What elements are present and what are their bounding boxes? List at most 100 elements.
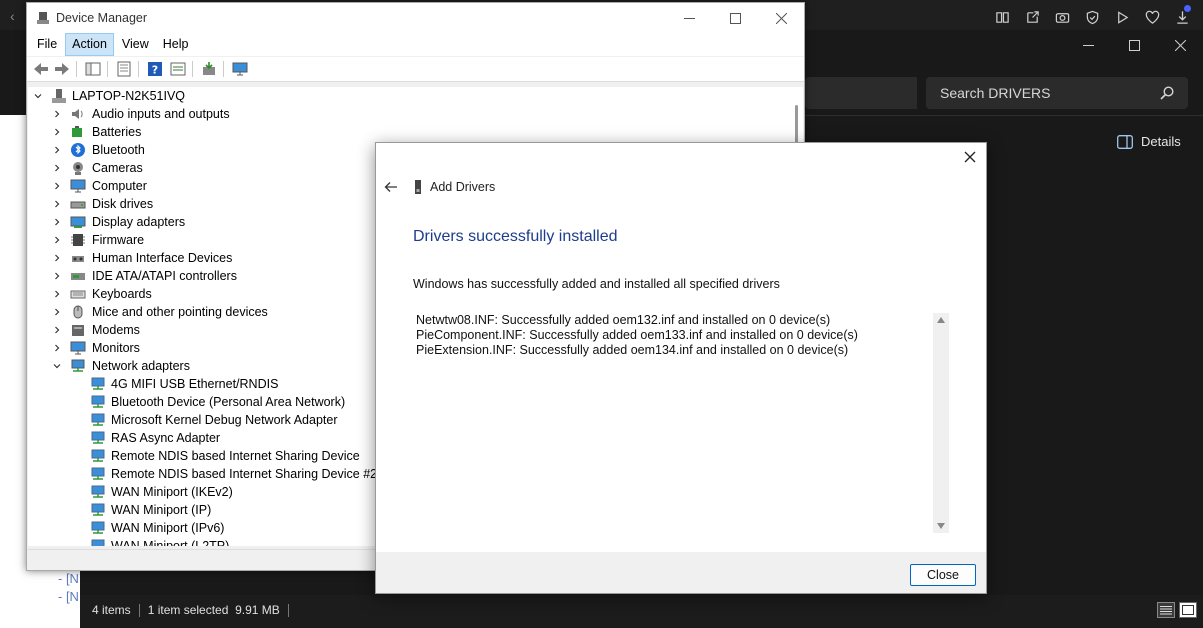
details-view-icon[interactable] — [1157, 602, 1175, 618]
network-adapter-icon — [91, 431, 105, 444]
tree-category-label: Mice and other pointing devices — [92, 305, 268, 319]
close-button[interactable]: Close — [910, 564, 976, 586]
chevron-right-icon[interactable] — [52, 231, 62, 249]
dialog-header: Add Drivers — [414, 180, 495, 194]
details-pane-button[interactable]: Details — [1117, 134, 1181, 149]
search-input[interactable]: Search DRIVERS — [926, 77, 1188, 109]
keyboard-icon — [70, 290, 86, 299]
shield-icon[interactable] — [1081, 6, 1103, 28]
back-arrow-icon[interactable] — [384, 180, 398, 194]
tree-category-label: Display adapters — [92, 215, 186, 229]
chevron-right-icon[interactable] — [52, 285, 62, 303]
monitor-icon — [70, 341, 86, 355]
mouse-icon — [73, 305, 83, 319]
network-adapter-label: WAN Miniport (IP) — [111, 503, 212, 517]
scroll-down-icon[interactable] — [937, 523, 945, 529]
maximize-icon[interactable] — [1111, 30, 1157, 60]
toolbar: ? — [27, 57, 804, 82]
address-bar[interactable] — [805, 77, 917, 109]
tree-category-label: Audio inputs and outputs — [92, 107, 230, 121]
scroll-up-icon[interactable] — [937, 317, 945, 323]
tree-category-label: IDE ATA/ATAPI controllers — [92, 269, 237, 283]
properties-icon[interactable] — [115, 60, 133, 78]
network-icon — [71, 359, 85, 372]
chevron-right-icon[interactable] — [52, 321, 62, 339]
update-driver-icon[interactable] — [200, 60, 218, 78]
browser-tools — [991, 6, 1193, 28]
chevron-right-icon[interactable] — [52, 141, 62, 159]
network-adapter-label: Remote NDIS based Internet Sharing Devic… — [111, 449, 360, 463]
close-icon[interactable] — [758, 3, 804, 33]
menu-help[interactable]: Help — [157, 33, 195, 56]
tree-category-label: Batteries — [92, 125, 142, 139]
help-icon[interactable]: ? — [146, 60, 164, 78]
chevron-right-icon[interactable] — [52, 339, 62, 357]
chevron-right-icon[interactable] — [52, 213, 62, 231]
ide-icon — [71, 273, 85, 280]
back-arrow-icon[interactable] — [32, 60, 50, 78]
menu-file[interactable]: File — [31, 33, 63, 56]
hid-icon — [72, 256, 84, 262]
chevron-right-icon[interactable] — [52, 177, 62, 195]
chevron-right-icon[interactable] — [52, 267, 62, 285]
scan-hardware-icon[interactable] — [231, 60, 249, 78]
explorer-window-controls — [1065, 30, 1203, 60]
chevron-right-icon[interactable] — [52, 123, 62, 141]
camera-icon — [73, 162, 83, 175]
status-selection: 1 item selected — [147, 603, 229, 617]
network-adapter-icon — [91, 395, 105, 408]
network-adapter-label: 4G MIFI USB Ethernet/RNDIS — [111, 377, 279, 391]
share-icon[interactable] — [1021, 6, 1043, 28]
tree-category-label: Cameras — [92, 161, 143, 175]
reader-icon[interactable] — [991, 6, 1013, 28]
add-drivers-dialog: Add Drivers Drivers successfully install… — [375, 142, 987, 594]
chevron-down-icon[interactable] — [33, 87, 43, 105]
log-scrollbar[interactable] — [933, 313, 949, 533]
network-adapter-label: Bluetooth Device (Personal Area Network) — [111, 395, 346, 409]
view-icon[interactable] — [169, 60, 187, 78]
tree-category-label: Firmware — [92, 233, 145, 247]
minimize-icon[interactable] — [666, 3, 712, 33]
modem-icon — [72, 325, 84, 336]
menu-view[interactable]: View — [116, 33, 155, 56]
play-icon[interactable] — [1111, 6, 1133, 28]
explorer-tree-fragments: - [N - [N — [58, 570, 79, 606]
tree-category-label: Computer — [92, 179, 147, 193]
screenshot-camera-icon[interactable] — [1051, 6, 1073, 28]
back-arrow-icon[interactable]: ‹ — [10, 8, 15, 24]
network-adapter-icon — [91, 467, 105, 480]
minimize-icon[interactable] — [1065, 30, 1111, 60]
tree-fragment[interactable]: - [N — [58, 570, 79, 588]
forward-arrow-icon[interactable] — [53, 60, 71, 78]
tiles-view-icon[interactable] — [1179, 602, 1197, 618]
close-icon[interactable] — [1157, 30, 1203, 60]
details-pane-icon — [1117, 134, 1133, 149]
tree-category-label: Monitors — [92, 341, 140, 355]
heart-icon[interactable] — [1141, 6, 1163, 28]
network-adapter-label: RAS Async Adapter — [111, 431, 221, 445]
device-manager-app-icon — [37, 12, 49, 24]
search-icon — [1160, 86, 1174, 100]
close-icon[interactable] — [962, 149, 978, 165]
window-controls — [666, 3, 804, 33]
chevron-right-icon[interactable] — [52, 159, 62, 177]
tree-fragment[interactable]: - [N — [58, 588, 79, 606]
status-item-count: 4 items — [92, 603, 131, 617]
log-line: Netwtw08.INF: Successfully added oem132.… — [416, 313, 831, 327]
chip-icon — [71, 234, 85, 246]
chevron-down-icon[interactable] — [52, 357, 62, 375]
chevron-right-icon[interactable] — [52, 105, 62, 123]
show-hide-console-tree-icon[interactable] — [84, 60, 102, 78]
chevron-right-icon[interactable] — [52, 195, 62, 213]
explorer-status-bar: 4 items 1 item selected 9.91 MB — [80, 595, 1203, 628]
network-adapter-icon — [91, 485, 105, 498]
view-toggle — [1157, 602, 1197, 618]
network-adapter-label: Remote NDIS based Internet Sharing Devic… — [111, 467, 378, 481]
network-adapter-icon — [91, 413, 105, 426]
menu-action[interactable]: Action — [65, 33, 114, 56]
chevron-right-icon[interactable] — [52, 249, 62, 267]
chevron-right-icon[interactable] — [52, 303, 62, 321]
maximize-icon[interactable] — [712, 3, 758, 33]
tree-category-label: Bluetooth — [92, 143, 145, 157]
speaker-icon — [72, 109, 83, 119]
